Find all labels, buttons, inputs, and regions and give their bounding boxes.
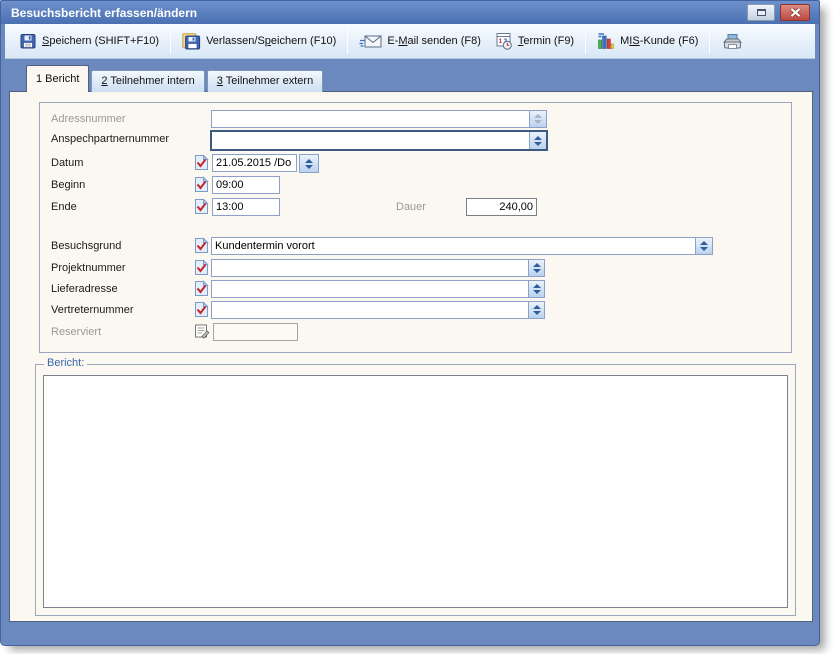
dauer-input[interactable] bbox=[466, 198, 537, 216]
row-reserviert: Reserviert bbox=[40, 323, 791, 344]
vertreternummer-group bbox=[211, 301, 545, 319]
vertreternummer-spinner[interactable] bbox=[528, 301, 545, 319]
beginn-label: Beginn bbox=[51, 179, 85, 191]
toolbar-button-email-senden[interactable]: E-Mail senden (F8) bbox=[352, 31, 488, 52]
adressnummer-label: Adressnummer bbox=[51, 113, 126, 125]
projektnummer-label: Projektnummer bbox=[51, 262, 126, 274]
save-close-icon bbox=[182, 33, 201, 50]
required-check-icon bbox=[194, 259, 209, 281]
bar-chart-icon bbox=[597, 32, 615, 50]
lieferadresse-spinner[interactable] bbox=[528, 280, 545, 298]
toolbar-button-verlassen-speichern[interactable]: Verlassen/Speichern (F10) bbox=[175, 30, 343, 53]
content-panel: Adressnummer Anspechpartnernummer Datum bbox=[9, 91, 813, 622]
anspechpartnernummer-combo bbox=[210, 130, 548, 151]
note-pencil-icon bbox=[194, 323, 210, 345]
window-title: Besuchsbericht erfassen/ändern bbox=[11, 6, 197, 20]
maximize-icon bbox=[757, 9, 766, 16]
toolbar-button-print[interactable] bbox=[714, 30, 751, 53]
maximize-button[interactable] bbox=[747, 4, 775, 21]
reserviert-input bbox=[213, 323, 298, 341]
row-datum: Datum bbox=[40, 154, 791, 175]
close-icon bbox=[790, 8, 801, 17]
bericht-legend: Bericht: bbox=[44, 357, 87, 369]
besuchsgrund-combo bbox=[211, 237, 713, 255]
tab-teilnehmer-intern[interactable]: 2 Teilnehmer intern bbox=[91, 70, 204, 92]
row-lieferadresse: Lieferadresse bbox=[40, 280, 791, 301]
lieferadresse-input[interactable] bbox=[211, 280, 529, 298]
printer-icon bbox=[721, 33, 744, 50]
required-check-icon bbox=[194, 280, 209, 302]
lieferadresse-label: Lieferadresse bbox=[51, 283, 118, 295]
row-beginn: Beginn bbox=[40, 176, 791, 197]
required-check-icon bbox=[194, 237, 209, 259]
toolbar-separator bbox=[585, 28, 586, 54]
save-icon bbox=[20, 33, 37, 50]
close-button[interactable] bbox=[780, 4, 810, 21]
tab-teilnehmer-extern[interactable]: 3 Teilnehmer extern bbox=[207, 70, 323, 92]
adressnummer-spinner[interactable] bbox=[529, 111, 546, 127]
bericht-textarea[interactable] bbox=[43, 375, 788, 608]
svg-text:1: 1 bbox=[498, 38, 502, 45]
form-fieldset: Adressnummer Anspechpartnernummer Datum bbox=[39, 102, 792, 353]
vertreternummer-label: Vertreternummer bbox=[51, 304, 134, 316]
toolbar-button-mis-kunde[interactable]: MIS-Kunde (F6) bbox=[590, 29, 705, 53]
row-besuchsgrund: Besuchsgrund bbox=[40, 237, 791, 258]
required-check-icon bbox=[194, 154, 209, 176]
required-check-icon bbox=[194, 198, 209, 220]
anspechpartnernummer-spinner[interactable] bbox=[529, 132, 546, 149]
dauer-label: Dauer bbox=[396, 201, 426, 213]
ende-label: Ende bbox=[51, 201, 77, 213]
titlebar: Besuchsbericht erfassen/ändern bbox=[1, 1, 819, 24]
adressnummer-input[interactable] bbox=[212, 111, 529, 127]
toolbar: Speichern (SHIFT+F10) Verlassen/Speicher… bbox=[5, 24, 815, 59]
bericht-groupbox: Bericht: bbox=[35, 364, 796, 616]
beginn-input[interactable] bbox=[212, 176, 280, 194]
calendar-icon: 1 2 bbox=[495, 32, 513, 50]
ende-input[interactable] bbox=[212, 198, 280, 216]
row-ende: Ende Dauer bbox=[40, 198, 791, 219]
projektnummer-input[interactable] bbox=[211, 259, 529, 277]
row-adressnummer: Adressnummer bbox=[40, 110, 791, 131]
tab-bericht[interactable]: 1 Bericht bbox=[26, 65, 89, 92]
adressnummer-combo bbox=[211, 110, 547, 128]
toolbar-separator bbox=[709, 28, 710, 54]
anspechpartnernummer-input[interactable] bbox=[212, 132, 529, 149]
toolbar-separator bbox=[170, 28, 171, 54]
row-projektnummer: Projektnummer bbox=[40, 259, 791, 280]
datum-spinner[interactable] bbox=[299, 154, 319, 173]
anspechpartnernummer-label: Anspechpartnernummer bbox=[51, 133, 169, 145]
projektnummer-group bbox=[211, 259, 545, 277]
besuchsgrund-spinner[interactable] bbox=[695, 238, 712, 254]
tab-bar: 1 Bericht 2 Teilnehmer intern 3 Teilnehm… bbox=[26, 65, 325, 92]
vertreternummer-input[interactable] bbox=[211, 301, 529, 319]
dialog-window: Besuchsbericht erfassen/ändern Speichern… bbox=[0, 0, 820, 646]
row-vertreternummer: Vertreternummer bbox=[40, 301, 791, 322]
toolbar-separator bbox=[347, 28, 348, 54]
datum-label: Datum bbox=[51, 157, 83, 169]
lieferadresse-group bbox=[211, 280, 545, 298]
projektnummer-spinner[interactable] bbox=[528, 259, 545, 277]
required-check-icon bbox=[194, 301, 209, 323]
toolbar-button-termin[interactable]: 1 2 Termin (F9) bbox=[488, 29, 581, 53]
toolbar-button-speichern[interactable]: Speichern (SHIFT+F10) bbox=[13, 30, 166, 53]
besuchsgrund-input[interactable] bbox=[212, 238, 695, 254]
row-anspechpartnernummer: Anspechpartnernummer bbox=[40, 130, 791, 151]
email-icon bbox=[359, 34, 382, 49]
besuchsgrund-label: Besuchsgrund bbox=[51, 240, 121, 252]
reserviert-label: Reserviert bbox=[51, 326, 101, 338]
datum-input[interactable] bbox=[212, 154, 297, 172]
required-check-icon bbox=[194, 176, 209, 198]
